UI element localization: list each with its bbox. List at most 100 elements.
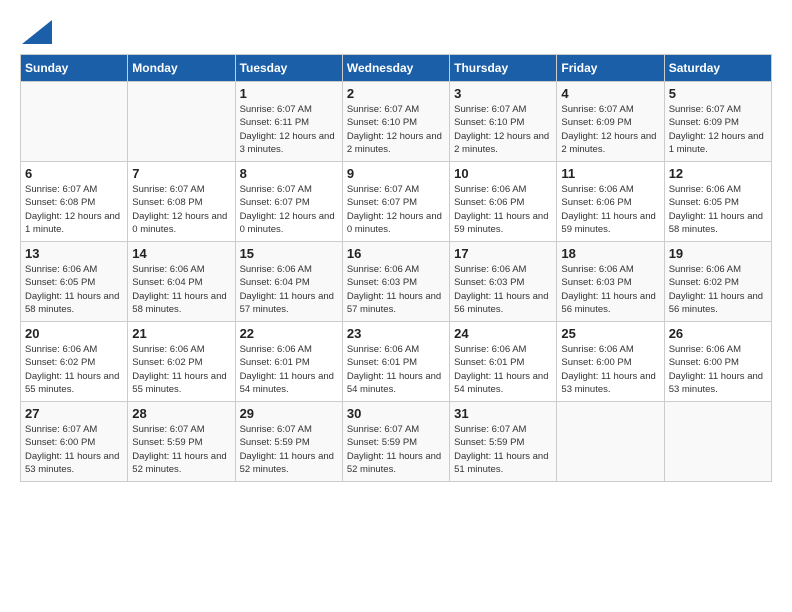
cell-content: Sunrise: 6:07 AM Sunset: 6:09 PM Dayligh… — [561, 103, 659, 156]
day-number: 21 — [132, 326, 230, 341]
calendar-cell: 31 Sunrise: 6:07 AM Sunset: 5:59 PM Dayli… — [450, 402, 557, 482]
week-row-4: 27 Sunrise: 6:07 AM Sunset: 6:00 PM Dayli… — [21, 402, 772, 482]
calendar-cell: 9 Sunrise: 6:07 AM Sunset: 6:07 PM Daylig… — [342, 162, 449, 242]
cell-content: Sunrise: 6:07 AM Sunset: 5:59 PM Dayligh… — [454, 423, 552, 476]
calendar-cell: 8 Sunrise: 6:07 AM Sunset: 6:07 PM Daylig… — [235, 162, 342, 242]
calendar-cell: 22Sunrise: 6:06 AM Sunset: 6:01 PM Dayli… — [235, 322, 342, 402]
day-number: 8 — [240, 166, 338, 181]
calendar-cell: 28 Sunrise: 6:07 AM Sunset: 5:59 PM Dayli… — [128, 402, 235, 482]
day-number: 31 — [454, 406, 552, 421]
day-number: 23 — [347, 326, 445, 341]
day-number: 27 — [25, 406, 123, 421]
cell-content: Sunrise: 6:07 AM Sunset: 6:08 PM Dayligh… — [132, 183, 230, 236]
cell-content: Sunrise: 6:06 AM Sunset: 6:06 PM Dayligh… — [561, 183, 659, 236]
week-row-3: 20Sunrise: 6:06 AM Sunset: 6:02 PM Dayli… — [21, 322, 772, 402]
day-number: 6 — [25, 166, 123, 181]
calendar-cell — [557, 402, 664, 482]
cell-content: Sunrise: 6:07 AM Sunset: 6:10 PM Dayligh… — [347, 103, 445, 156]
calendar-cell: 27 Sunrise: 6:07 AM Sunset: 6:00 PM Dayli… — [21, 402, 128, 482]
cell-content: Sunrise: 6:06 AM Sunset: 6:03 PM Dayligh… — [347, 263, 445, 316]
day-number: 12 — [669, 166, 767, 181]
calendar-cell: 24Sunrise: 6:06 AM Sunset: 6:01 PM Dayli… — [450, 322, 557, 402]
calendar-cell — [664, 402, 771, 482]
cell-content: Sunrise: 6:06 AM Sunset: 6:05 PM Dayligh… — [25, 263, 123, 316]
cell-content: Sunrise: 6:07 AM Sunset: 6:08 PM Dayligh… — [25, 183, 123, 236]
cell-content: Sunrise: 6:07 AM Sunset: 6:07 PM Dayligh… — [347, 183, 445, 236]
calendar-cell: 23Sunrise: 6:06 AM Sunset: 6:01 PM Dayli… — [342, 322, 449, 402]
calendar-cell: 14 Sunrise: 6:06 AM Sunset: 6:04 PM Dayli… — [128, 242, 235, 322]
cell-content: Sunrise: 6:07 AM Sunset: 6:11 PM Dayligh… — [240, 103, 338, 156]
calendar-cell: 19 Sunrise: 6:06 AM Sunset: 6:02 PM Dayli… — [664, 242, 771, 322]
calendar-cell: 25 Sunrise: 6:06 AM Sunset: 6:00 PM Dayli… — [557, 322, 664, 402]
week-row-2: 13 Sunrise: 6:06 AM Sunset: 6:05 PM Dayli… — [21, 242, 772, 322]
day-number: 29 — [240, 406, 338, 421]
day-number: 24 — [454, 326, 552, 341]
cell-content: Sunrise: 6:07 AM Sunset: 5:59 PM Dayligh… — [132, 423, 230, 476]
day-number: 20 — [25, 326, 123, 341]
weekday-header-sunday: Sunday — [21, 55, 128, 82]
day-number: 17 — [454, 246, 552, 261]
calendar-header: SundayMondayTuesdayWednesdayThursdayFrid… — [21, 55, 772, 82]
day-number: 2 — [347, 86, 445, 101]
week-row-1: 6 Sunrise: 6:07 AM Sunset: 6:08 PM Daylig… — [21, 162, 772, 242]
weekday-row: SundayMondayTuesdayWednesdayThursdayFrid… — [21, 55, 772, 82]
day-number: 18 — [561, 246, 659, 261]
cell-content: Sunrise: 6:06 AM Sunset: 6:03 PM Dayligh… — [454, 263, 552, 316]
day-number: 5 — [669, 86, 767, 101]
weekday-header-monday: Monday — [128, 55, 235, 82]
cell-content: Sunrise: 6:06 AM Sunset: 6:04 PM Dayligh… — [132, 263, 230, 316]
weekday-header-tuesday: Tuesday — [235, 55, 342, 82]
calendar-cell: 26 Sunrise: 6:06 AM Sunset: 6:00 PM Dayli… — [664, 322, 771, 402]
weekday-header-saturday: Saturday — [664, 55, 771, 82]
day-number: 15 — [240, 246, 338, 261]
calendar-cell: 13 Sunrise: 6:06 AM Sunset: 6:05 PM Dayli… — [21, 242, 128, 322]
calendar-cell: 4 Sunrise: 6:07 AM Sunset: 6:09 PM Daylig… — [557, 82, 664, 162]
day-number: 26 — [669, 326, 767, 341]
day-number: 1 — [240, 86, 338, 101]
calendar-cell: 2 Sunrise: 6:07 AM Sunset: 6:10 PM Daylig… — [342, 82, 449, 162]
calendar-cell: 3 Sunrise: 6:07 AM Sunset: 6:10 PM Daylig… — [450, 82, 557, 162]
day-number: 19 — [669, 246, 767, 261]
header — [20, 20, 772, 44]
cell-content: Sunrise: 6:06 AM Sunset: 6:02 PM Dayligh… — [669, 263, 767, 316]
cell-content: Sunrise: 6:06 AM Sunset: 6:00 PM Dayligh… — [561, 343, 659, 396]
day-number: 9 — [347, 166, 445, 181]
cell-content: Sunrise: 6:07 AM Sunset: 6:09 PM Dayligh… — [669, 103, 767, 156]
day-number: 25 — [561, 326, 659, 341]
day-number: 3 — [454, 86, 552, 101]
day-number: 13 — [25, 246, 123, 261]
calendar-body: 1 Sunrise: 6:07 AM Sunset: 6:11 PM Daylig… — [21, 82, 772, 482]
calendar-cell: 30Sunrise: 6:07 AM Sunset: 5:59 PM Dayli… — [342, 402, 449, 482]
calendar-cell: 21Sunrise: 6:06 AM Sunset: 6:02 PM Dayli… — [128, 322, 235, 402]
logo-icon — [22, 20, 52, 44]
calendar-cell: 29Sunrise: 6:07 AM Sunset: 5:59 PM Dayli… — [235, 402, 342, 482]
cell-content: Sunrise: 6:06 AM Sunset: 6:06 PM Dayligh… — [454, 183, 552, 236]
day-number: 14 — [132, 246, 230, 261]
cell-content: Sunrise: 6:06 AM Sunset: 6:00 PM Dayligh… — [669, 343, 767, 396]
calendar-cell: 16 Sunrise: 6:06 AM Sunset: 6:03 PM Dayli… — [342, 242, 449, 322]
calendar-cell: 1 Sunrise: 6:07 AM Sunset: 6:11 PM Daylig… — [235, 82, 342, 162]
day-number: 30 — [347, 406, 445, 421]
day-number: 16 — [347, 246, 445, 261]
cell-content: Sunrise: 6:07 AM Sunset: 6:00 PM Dayligh… — [25, 423, 123, 476]
calendar-cell: 11 Sunrise: 6:06 AM Sunset: 6:06 PM Dayli… — [557, 162, 664, 242]
calendar-cell: 7 Sunrise: 6:07 AM Sunset: 6:08 PM Daylig… — [128, 162, 235, 242]
weekday-header-wednesday: Wednesday — [342, 55, 449, 82]
calendar-cell: 17 Sunrise: 6:06 AM Sunset: 6:03 PM Dayli… — [450, 242, 557, 322]
weekday-header-thursday: Thursday — [450, 55, 557, 82]
day-number: 10 — [454, 166, 552, 181]
calendar-cell: 20Sunrise: 6:06 AM Sunset: 6:02 PM Dayli… — [21, 322, 128, 402]
day-number: 4 — [561, 86, 659, 101]
calendar-cell: 18Sunrise: 6:06 AM Sunset: 6:03 PM Dayli… — [557, 242, 664, 322]
calendar-table: SundayMondayTuesdayWednesdayThursdayFrid… — [20, 54, 772, 482]
day-number: 7 — [132, 166, 230, 181]
day-number: 11 — [561, 166, 659, 181]
week-row-0: 1 Sunrise: 6:07 AM Sunset: 6:11 PM Daylig… — [21, 82, 772, 162]
day-number: 22 — [240, 326, 338, 341]
day-number: 28 — [132, 406, 230, 421]
calendar-cell: 12Sunrise: 6:06 AM Sunset: 6:05 PM Dayli… — [664, 162, 771, 242]
cell-content: Sunrise: 6:06 AM Sunset: 6:04 PM Dayligh… — [240, 263, 338, 316]
calendar-cell: 15 Sunrise: 6:06 AM Sunset: 6:04 PM Dayli… — [235, 242, 342, 322]
cell-content: Sunrise: 6:07 AM Sunset: 6:07 PM Dayligh… — [240, 183, 338, 236]
cell-content: Sunrise: 6:07 AM Sunset: 6:10 PM Dayligh… — [454, 103, 552, 156]
